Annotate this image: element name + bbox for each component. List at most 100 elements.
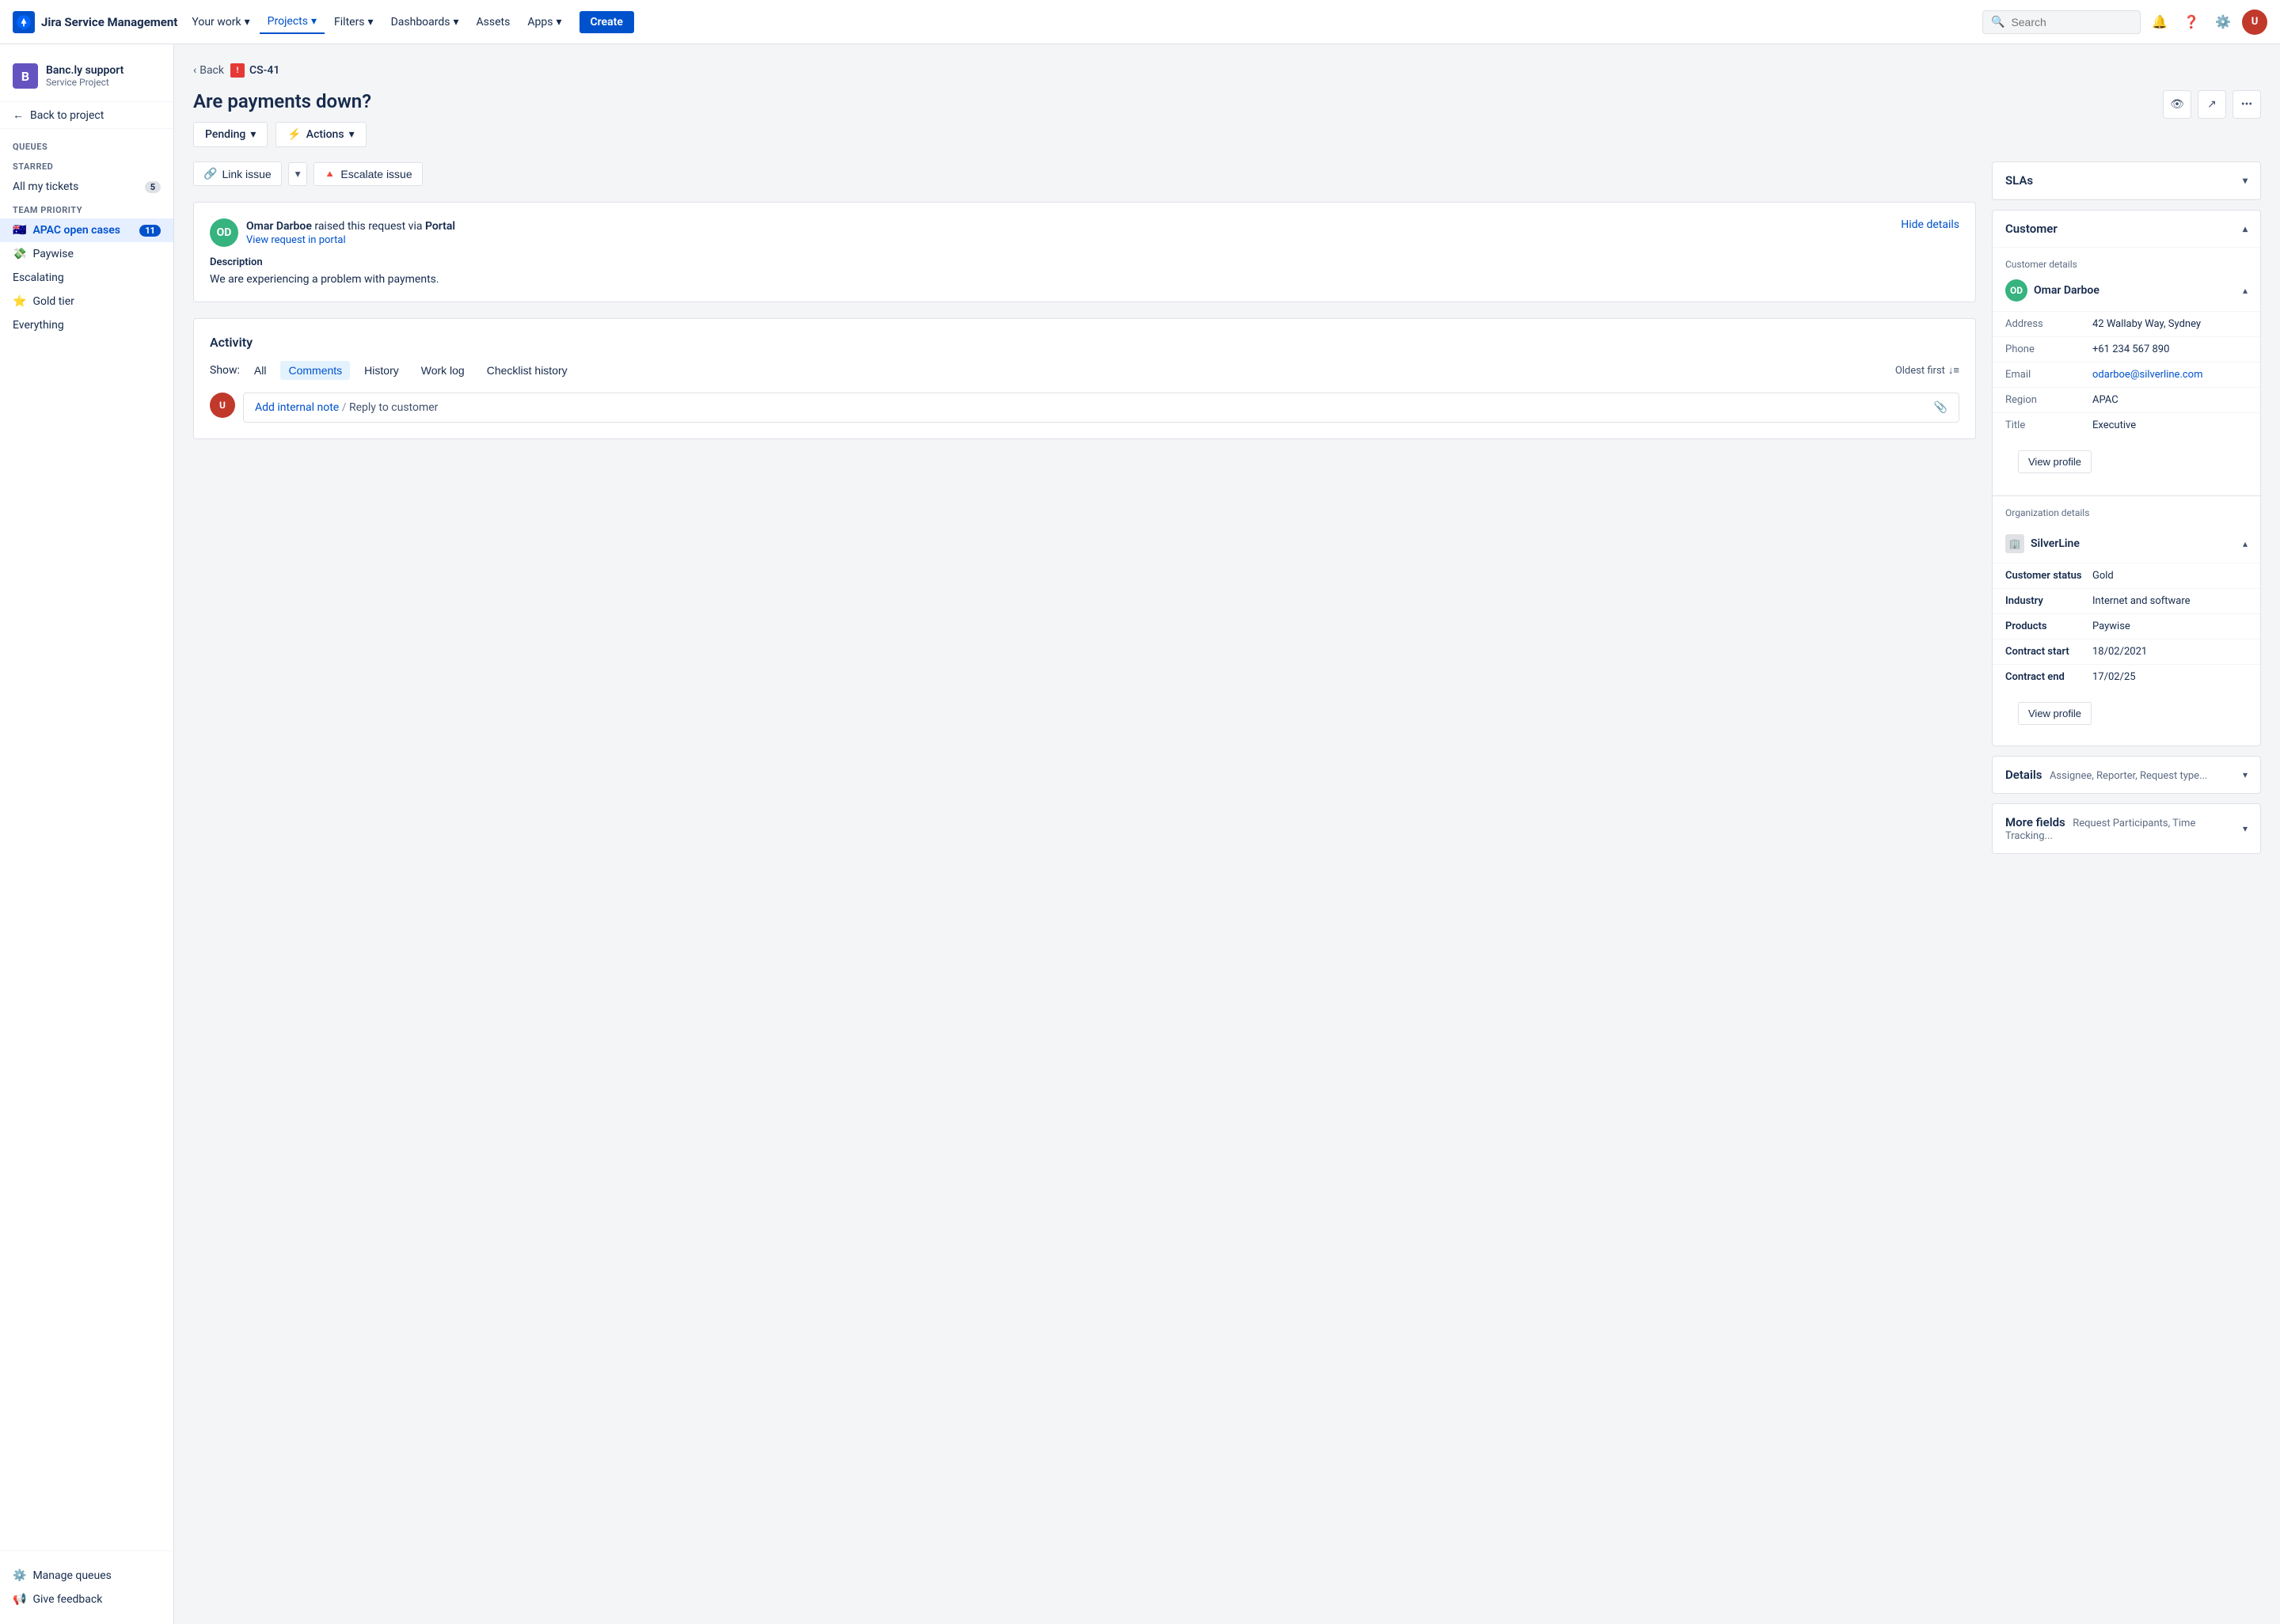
- filter-all[interactable]: All: [246, 361, 275, 380]
- back-to-project-button[interactable]: ← Back to project: [0, 101, 173, 129]
- main-content: ‹ Back ! CS-41 Are payments down? 👁 ↗: [174, 44, 2280, 1624]
- add-note-label[interactable]: Add internal note: [255, 401, 339, 414]
- action-bar: 🔗 Link issue ▾ 🔺 Escalate issue: [193, 161, 1976, 186]
- details-section: Details Assignee, Reporter, Request type…: [1992, 756, 2261, 794]
- requester-avatar: OD: [210, 218, 238, 247]
- sidebar-item-gold-tier[interactable]: ⭐ Gold tier: [0, 290, 173, 313]
- watch-button[interactable]: 👁: [2163, 90, 2191, 119]
- back-icon: ←: [13, 108, 24, 122]
- sidebar-item-everything[interactable]: Everything: [0, 313, 173, 337]
- help-button[interactable]: ❓: [2179, 9, 2204, 35]
- layout: B Banc.ly support Service Project ← Back…: [0, 0, 2280, 1624]
- nav-assets[interactable]: Assets: [469, 11, 519, 33]
- sidebar-item-all-my-tickets[interactable]: All my tickets 5: [0, 175, 173, 199]
- escalate-issue-button[interactable]: 🔺 Escalate issue: [314, 162, 422, 186]
- search-icon: 🔍: [1991, 16, 2004, 28]
- customer-profile-info: OD Omar Darboe: [2005, 279, 2100, 302]
- comment-box-text: Add internal note / Reply to customer: [255, 401, 438, 414]
- manage-queues-button[interactable]: ⚙️ Manage queues: [0, 1564, 173, 1588]
- nav-apps[interactable]: Apps ▾: [519, 11, 569, 33]
- create-button[interactable]: Create: [580, 11, 634, 33]
- search-box[interactable]: 🔍: [1982, 10, 2141, 34]
- give-feedback-button[interactable]: 📢 Give feedback: [0, 1588, 173, 1611]
- more-options-button[interactable]: •••: [2232, 90, 2261, 119]
- chevron-down-icon: ▾: [556, 16, 561, 28]
- chevron-down-icon: ▾: [250, 128, 256, 141]
- link-issue-dropdown[interactable]: ▾: [288, 162, 308, 186]
- back-arrow-icon: ‹: [193, 64, 196, 77]
- link-icon: 🔗: [203, 167, 217, 180]
- show-label: Show:: [210, 364, 240, 377]
- breadcrumb: ‹ Back ! CS-41: [193, 63, 2261, 78]
- app-logo[interactable]: Jira Service Management: [13, 11, 177, 33]
- issue-header-icons: 👁 ↗ •••: [2163, 90, 2261, 119]
- status-actions-bar: Pending ▾ ⚡ Actions ▾: [193, 122, 2261, 147]
- nav-your-work[interactable]: Your work ▾: [184, 11, 257, 33]
- app-name: Jira Service Management: [41, 15, 177, 29]
- actions-button[interactable]: ⚡ Actions ▾: [276, 122, 366, 147]
- nav-projects[interactable]: Projects ▾: [260, 10, 325, 34]
- search-input[interactable]: [2011, 16, 2122, 28]
- more-icon: •••: [2241, 98, 2252, 111]
- sidebar-item-escalating[interactable]: Escalating: [0, 266, 173, 290]
- requester-info: OD Omar Darboe raised this request via P…: [210, 218, 455, 247]
- chevron-down-icon: ▾: [2243, 823, 2248, 834]
- slas-header[interactable]: SLAs ▾: [1993, 162, 2260, 199]
- requester-row: OD Omar Darboe raised this request via P…: [210, 218, 1959, 247]
- org-info: 🏢 SilverLine: [2005, 534, 2080, 553]
- status-button[interactable]: Pending ▾: [193, 122, 268, 147]
- eye-icon: 👁: [2170, 98, 2184, 111]
- more-fields-section: More fields Request Participants, Time T…: [1992, 803, 2261, 854]
- project-type: Service Project: [46, 77, 124, 88]
- filter-comments[interactable]: Comments: [280, 361, 350, 380]
- comment-box[interactable]: Add internal note / Reply to customer 📎: [243, 393, 1959, 423]
- breadcrumb-back[interactable]: ‹ Back: [193, 64, 224, 77]
- main-panel: 🔗 Link issue ▾ 🔺 Escalate issue OD: [193, 161, 1976, 863]
- sidebar-project: B Banc.ly support Service Project: [0, 57, 173, 101]
- project-info: Banc.ly support Service Project: [46, 64, 124, 88]
- link-issue-button[interactable]: 🔗 Link issue: [193, 161, 282, 186]
- view-profile-button[interactable]: View profile: [2018, 450, 2092, 473]
- topnav: Jira Service Management Your work ▾ Proj…: [0, 0, 2280, 44]
- sidebar: B Banc.ly support Service Project ← Back…: [0, 44, 174, 1624]
- hide-details-button[interactable]: Hide details: [1901, 218, 1959, 231]
- nav-filters[interactable]: Filters ▾: [326, 11, 382, 33]
- filter-checklist[interactable]: Checklist history: [479, 361, 576, 380]
- customer-email-link[interactable]: odarboe@silverline.com: [2092, 369, 2203, 381]
- view-portal-link[interactable]: View request in portal: [246, 234, 455, 246]
- customer-address-row: Address 42 Wallaby Way, Sydney: [1993, 311, 2260, 336]
- customer-avatar: OD: [2005, 279, 2027, 302]
- user-avatar[interactable]: U: [2242, 9, 2267, 35]
- chevron-down-icon: ▾: [349, 128, 355, 141]
- customer-header[interactable]: Customer ▴: [1993, 211, 2260, 248]
- topnav-right: 🔍 🔔 ❓ ⚙️ U: [1982, 9, 2267, 35]
- team-priority-label: Team Priority: [0, 199, 173, 218]
- sidebar-bottom: ⚙️ Manage queues 📢 Give feedback: [0, 1550, 173, 1611]
- customer-phone-row: Phone +61 234 567 890: [1993, 336, 2260, 362]
- activity-filters: Show: All Comments History Work log Chec…: [210, 361, 1959, 380]
- nav-dashboards[interactable]: Dashboards ▾: [383, 11, 467, 33]
- sort-button[interactable]: Oldest first ↓≡: [1895, 364, 1959, 377]
- sidebar-item-paywise[interactable]: 💸 Paywise: [0, 242, 173, 266]
- attachment-icon[interactable]: 📎: [1934, 401, 1948, 414]
- more-fields-header[interactable]: More fields Request Participants, Time T…: [1993, 804, 2260, 853]
- sidebar-item-apac-open-cases[interactable]: 🇦🇺 APAC open cases 11: [0, 218, 173, 242]
- description-label: Description: [210, 256, 1959, 268]
- top-nav-items: Your work ▾ Projects ▾ Filters ▾ Dashboa…: [184, 10, 569, 34]
- notifications-button[interactable]: 🔔: [2147, 9, 2172, 35]
- filter-history[interactable]: History: [356, 361, 407, 380]
- reply-label[interactable]: Reply to customer: [349, 401, 438, 414]
- share-button[interactable]: ↗: [2198, 90, 2226, 119]
- settings-button[interactable]: ⚙️: [2210, 9, 2236, 35]
- details-header[interactable]: Details Assignee, Reporter, Request type…: [1993, 757, 2260, 793]
- org-industry-row: Industry Internet and software: [1993, 588, 2260, 613]
- breadcrumb-issue: ! CS-41: [230, 63, 279, 78]
- org-icon: 🏢: [2005, 534, 2024, 553]
- org-products-row: Products Paywise: [1993, 613, 2260, 639]
- customer-name: Omar Darboe: [2034, 284, 2100, 297]
- filter-worklog[interactable]: Work log: [413, 361, 473, 380]
- requester-text-block: Omar Darboe raised this request via Port…: [246, 220, 455, 246]
- activity-title: Activity: [210, 335, 1959, 350]
- org-view-profile-button[interactable]: View profile: [2018, 702, 2092, 725]
- customer-details-label: Customer details: [1993, 248, 2260, 276]
